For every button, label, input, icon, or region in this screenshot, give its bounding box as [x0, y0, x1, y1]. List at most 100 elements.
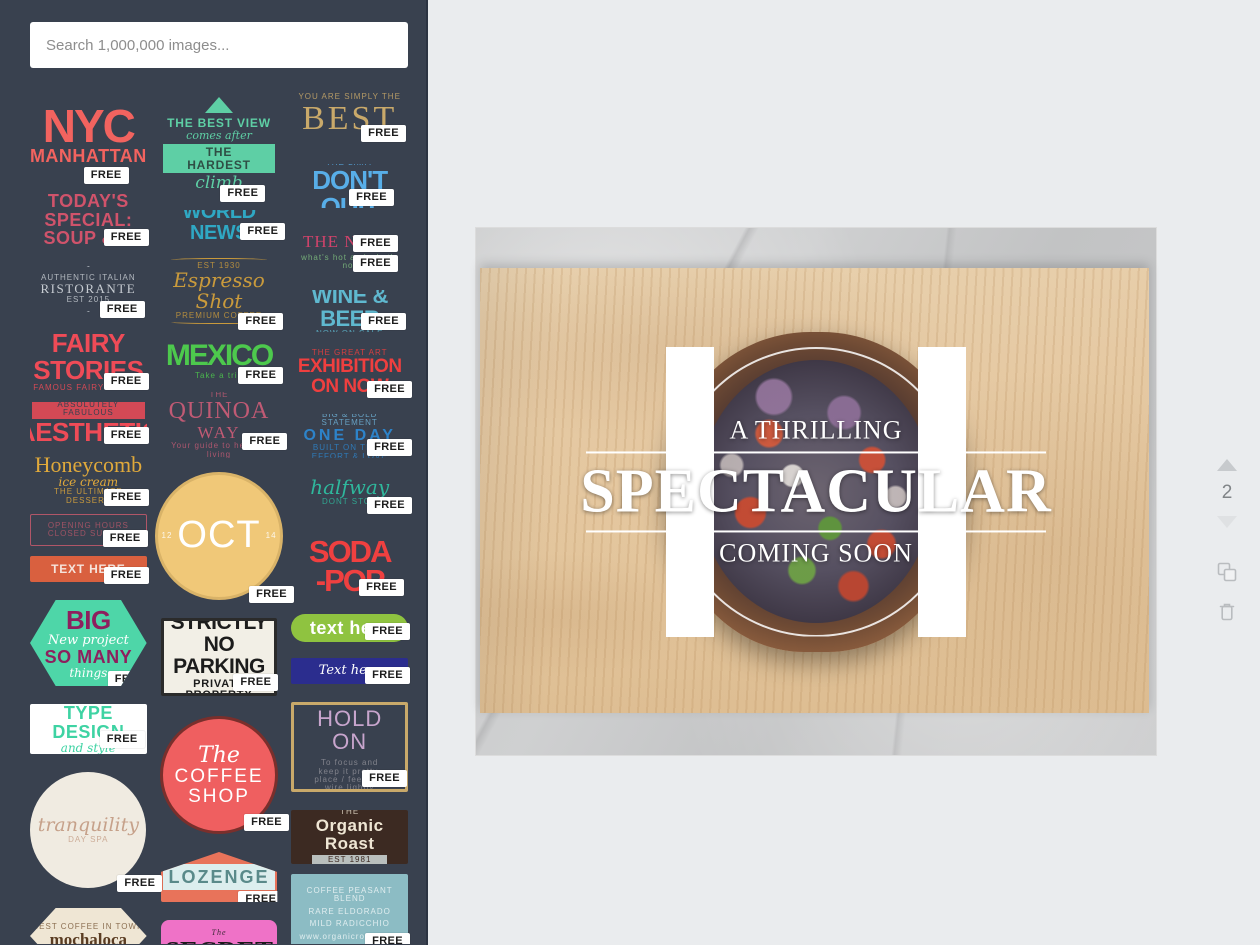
template-card-dont-quit[interactable]: PUSH YOURSELF TO THE LIMIT DON'T QUIT FR… — [291, 164, 408, 208]
overlay-bottom-line[interactable]: COMING SOON — [476, 538, 1156, 568]
template-card-text-here-green[interactable]: text here FREE — [291, 614, 411, 642]
template-card-aesthetic[interactable]: ABSOLUTELY FABULOUS AESTHETIC FREE — [30, 402, 149, 444]
text-overlay-group[interactable]: A THRILLING SPECTACULAR COMING SOON — [476, 415, 1156, 568]
free-badge[interactable]: FREE — [103, 567, 149, 584]
template-extra: THE HARDEST — [162, 144, 276, 174]
design-canvas[interactable]: A THRILLING SPECTACULAR COMING SOON 2 — [428, 0, 1260, 945]
free-badge[interactable]: FREE — [365, 623, 411, 640]
template-card-type-design[interactable]: TYPE DESIGN and style FREE — [30, 704, 147, 754]
template-title: HOLD ON — [317, 706, 383, 755]
template-title: mochaloca — [49, 930, 128, 944]
template-card-lozenge[interactable]: LOZENGE FREE — [160, 852, 278, 902]
template-card-no-parking[interactable]: STRICTLY NO PARKING PRIVATE PROPERTY FRE… — [160, 618, 279, 696]
template-card-halfway[interactable]: halfway DONT STOP FREE — [291, 472, 413, 514]
template-card-espresso-shot[interactable]: EST 1930 Espresso Shot PREMIUM COFFEE FR… — [161, 254, 284, 330]
bring-forward-button[interactable] — [1210, 448, 1244, 482]
free-badge[interactable]: FREE — [367, 439, 413, 456]
free-badge[interactable]: FREE — [102, 530, 148, 547]
free-badge[interactable]: FREE — [103, 373, 149, 390]
free-badge[interactable]: FREE — [220, 185, 266, 202]
template-card-fairy-stories[interactable]: Children's FAIRY STORIES FAMOUS FAIRYTAL… — [30, 330, 149, 392]
free-badge[interactable]: FREE — [99, 301, 145, 318]
duplicate-button[interactable] — [1210, 555, 1244, 589]
template-card-tranquility[interactable]: tranquility DAY SPA FREE — [30, 772, 163, 892]
template-card-the-news[interactable]: THE NEWS what's hot and what's not FREE … — [291, 226, 408, 274]
template-card-secret-getting[interactable]: The SECRET OF GETTING AHEAD GETTING STAR… — [160, 920, 278, 944]
template-title: Espresso Shot — [173, 268, 265, 314]
template-card-mexico[interactable]: MEXICO Take a trip FREE — [161, 338, 284, 384]
template-card-text-here-navy[interactable]: Text here FREE — [291, 658, 411, 684]
template-title: SODA — [308, 534, 393, 569]
template-column-1: NYC MANHATTAN FREE TODAY'S SPECIAL: SOUP… — [30, 86, 163, 944]
template-card-coffee-shop[interactable]: The COFFEE SHOP FREE — [160, 716, 290, 834]
free-badge[interactable]: FREE — [103, 427, 149, 444]
template-card-simply-the-best[interactable]: YOU ARE SIMPLY THE BEST FREE — [291, 86, 408, 144]
template-card-nyc[interactable]: NYC MANHATTAN FREE — [30, 86, 147, 184]
template-card-honeycomb[interactable]: Honeycomb ice cream THE ULTIMATE DESSERT… — [30, 454, 149, 506]
template-title: halfway — [310, 475, 390, 500]
template-card-text-here-orange[interactable]: TEXT HERE FREE — [30, 556, 149, 584]
free-badge[interactable]: FREE — [359, 579, 405, 596]
template-card-hold-on[interactable]: HOLD ON To focus and keep it pretty, pla… — [291, 702, 409, 792]
template-card-soda-pop[interactable]: SODA -POP FREE — [291, 534, 408, 598]
template-title: RISTORANTE — [40, 281, 137, 297]
template-title: COFFEE PEASANT BLEND — [306, 886, 393, 904]
free-badge[interactable]: FREE — [238, 367, 284, 384]
chevron-down-icon — [1217, 516, 1237, 528]
free-badge[interactable]: FREE — [361, 313, 407, 330]
template-card-best-view[interactable]: THE BEST VIEW comes after THE HARDEST cl… — [161, 90, 278, 202]
free-badge[interactable]: FREE — [353, 235, 399, 252]
template-title: tranquility — [37, 813, 139, 836]
free-badge[interactable]: FREE — [362, 770, 408, 787]
free-badge[interactable]: FREE — [83, 167, 129, 184]
template-card-mochaloca[interactable]: BEST COFFEE IN TOWN mochaloca FREE — [30, 908, 147, 944]
template-extra: SO MANY — [44, 646, 133, 667]
template-kicker: PUSH YOURSELF TO THE LIMIT — [293, 164, 406, 167]
template-card-one-day[interactable]: BIG & BOLD STATEMENT ONE DAY BUILT ON TI… — [291, 414, 413, 458]
template-grid[interactable]: NYC MANHATTAN FREE TODAY'S SPECIAL: SOUP… — [0, 82, 426, 944]
free-badge[interactable]: FREE — [238, 891, 278, 902]
free-badge[interactable]: FREE — [367, 381, 413, 398]
free-badge[interactable]: FREE — [244, 814, 290, 831]
free-badge[interactable]: FREE — [349, 189, 395, 206]
template-card-big-new-project[interactable]: BIG New project SO MANY things FREE — [30, 600, 147, 686]
free-badge[interactable]: FREE — [240, 223, 286, 240]
free-badge-secondary[interactable]: FREE — [353, 255, 399, 272]
template-subtitle: MANHATTAN — [30, 145, 147, 166]
template-card-world-news[interactable]: WORLD NEWS todays headlines FREE — [161, 210, 286, 244]
free-badge[interactable]: FREE — [103, 489, 149, 506]
design-artboard[interactable]: A THRILLING SPECTACULAR COMING SOON — [476, 228, 1156, 755]
template-card-todays-special[interactable]: TODAY'S SPECIAL: SOUP & S FREE — [30, 192, 149, 248]
template-card-wine-beer[interactable]: WINE & BEER NOW ON SALE FREE — [291, 290, 408, 332]
template-card-two-column-note[interactable]: OPENING HOURS CLOSED SUNDAY FREE — [30, 514, 148, 547]
free-badge[interactable]: FREE — [365, 933, 411, 944]
template-card-ristorante[interactable]: AUTHENTIC ITALIAN RISTORANTE EST 2015 FR… — [30, 258, 147, 320]
template-sidebar: NYC MANHATTAN FREE TODAY'S SPECIAL: SOUP… — [0, 0, 428, 945]
send-backward-button[interactable] — [1210, 505, 1244, 539]
free-badge[interactable]: FREE — [367, 497, 413, 514]
template-title: LOZENGE — [162, 863, 276, 891]
template-subtitle: DAY SPA — [68, 834, 109, 844]
free-badge[interactable]: FREE — [242, 433, 288, 450]
template-card-oct-calendar[interactable]: 12 OCT 14 FREE — [155, 472, 295, 603]
overlay-headline[interactable]: SPECTACULAR — [476, 458, 1156, 524]
template-title: BIG — [65, 604, 111, 635]
free-badge[interactable]: FREE — [103, 229, 149, 246]
template-card-exhibition[interactable]: THE GREAT ART EXHIBITION ON NOW FREE — [291, 348, 413, 398]
search-input[interactable] — [30, 22, 408, 68]
chevron-up-icon — [1217, 459, 1237, 471]
template-card-roast-menu[interactable]: COFFEE PEASANT BLEND RARE ELDORADO MILD … — [291, 874, 411, 944]
free-badge[interactable]: FREE — [233, 674, 279, 691]
overlay-top-line[interactable]: A THRILLING — [476, 415, 1156, 445]
delete-button[interactable] — [1210, 595, 1244, 629]
template-card-quinoa-way[interactable]: THE QUINOA WAY Your guide to healthy liv… — [161, 392, 288, 458]
template-card-organic-roast[interactable]: THE Organic Roast EST 1981 FREE — [291, 810, 409, 864]
free-badge[interactable]: FREE — [99, 731, 145, 748]
free-badge[interactable]: FREE — [249, 586, 295, 603]
free-badge[interactable]: FREE — [365, 667, 411, 684]
free-badge[interactable]: FREE — [361, 125, 407, 142]
free-badge[interactable]: FREE — [238, 313, 284, 330]
free-badge[interactable]: FREE — [117, 875, 163, 892]
free-badge[interactable]: FREE — [107, 671, 147, 686]
template-title: THE BEST VIEW — [167, 115, 271, 130]
